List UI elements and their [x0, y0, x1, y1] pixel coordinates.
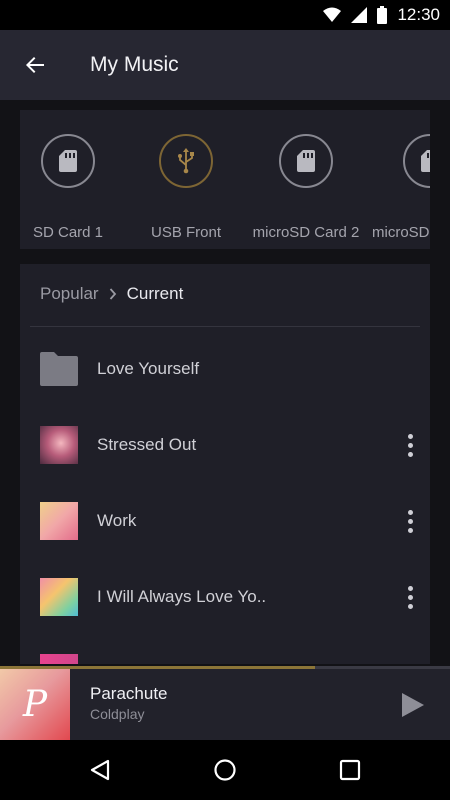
nav-home-icon: [214, 759, 236, 781]
source-label: USB Front: [150, 224, 222, 241]
item-title: Stressed Out: [97, 435, 197, 454]
sd-card-icon: [421, 150, 430, 172]
now-playing-artist: Coldplay: [90, 706, 145, 722]
chevron-right-icon: [109, 288, 116, 300]
item-title: Love Yourself: [97, 359, 200, 378]
source-usb-front[interactable]: USB Front: [126, 110, 246, 249]
list-item[interactable]: I Will Always Love Yo..: [20, 565, 430, 629]
album-art: [40, 426, 78, 464]
album-art: [40, 578, 78, 616]
source-sd-card-1[interactable]: SD Card 1: [20, 110, 128, 249]
back-button[interactable]: [0, 30, 70, 100]
list-item[interactable]: Work: [20, 489, 430, 553]
nav-recents-icon: [339, 759, 361, 781]
list-item[interactable]: [20, 641, 430, 664]
page-title: My Music: [90, 53, 179, 76]
play-icon[interactable]: [396, 689, 428, 721]
music-browser: Popular Current Love Yourself Stressed O…: [20, 264, 430, 664]
source-microsd-card-2[interactable]: microSD Card 2: [246, 110, 366, 249]
nav-recents-button[interactable]: [335, 755, 365, 785]
status-time: 12:30: [397, 5, 440, 24]
cell-signal-icon: [351, 7, 368, 23]
sd-card-icon: [59, 150, 77, 172]
source-label: SD Card 1: [32, 224, 104, 241]
breadcrumb-parent[interactable]: Popular: [40, 284, 99, 304]
arrow-back-icon: [26, 57, 44, 73]
item-title: Work: [97, 511, 137, 530]
system-navigation-bar: [0, 740, 450, 800]
source-microsd[interactable]: microSD: [370, 110, 430, 249]
now-playing-album-art: P: [0, 669, 70, 740]
source-label: microSD Card 2: [252, 224, 360, 241]
item-title: I Will Always Love Yo..: [97, 587, 267, 606]
folder-icon: [40, 352, 78, 386]
list-item[interactable]: Love Yourself: [20, 337, 430, 401]
source-label: microSD: [372, 224, 430, 241]
breadcrumb-current: Current: [126, 284, 184, 303]
breadcrumb: Popular Current: [40, 282, 183, 306]
status-bar: 12:30: [0, 0, 450, 30]
divider: [30, 326, 420, 327]
app-bar: My Music: [0, 30, 450, 100]
album-art: [40, 502, 78, 540]
mini-player[interactable]: P Parachute Coldplay: [0, 669, 450, 740]
sd-card-icon: [297, 150, 315, 172]
battery-icon: [377, 6, 388, 24]
album-art-letter: P: [22, 684, 48, 725]
list-item[interactable]: Stressed Out: [20, 413, 430, 477]
nav-home-button[interactable]: [210, 755, 240, 785]
usb-icon: [178, 148, 194, 174]
now-playing-title: Parachute: [90, 684, 168, 703]
more-options-button[interactable]: [400, 577, 420, 617]
wifi-icon: [323, 7, 342, 23]
storage-sources-list[interactable]: SD Card 1 USB Front microSD Card 2 micro…: [20, 110, 430, 249]
nav-back-button[interactable]: [85, 755, 115, 785]
more-options-button[interactable]: [400, 501, 420, 541]
nav-back-icon: [90, 759, 110, 781]
album-art: [40, 654, 78, 664]
more-options-button[interactable]: [400, 425, 420, 465]
